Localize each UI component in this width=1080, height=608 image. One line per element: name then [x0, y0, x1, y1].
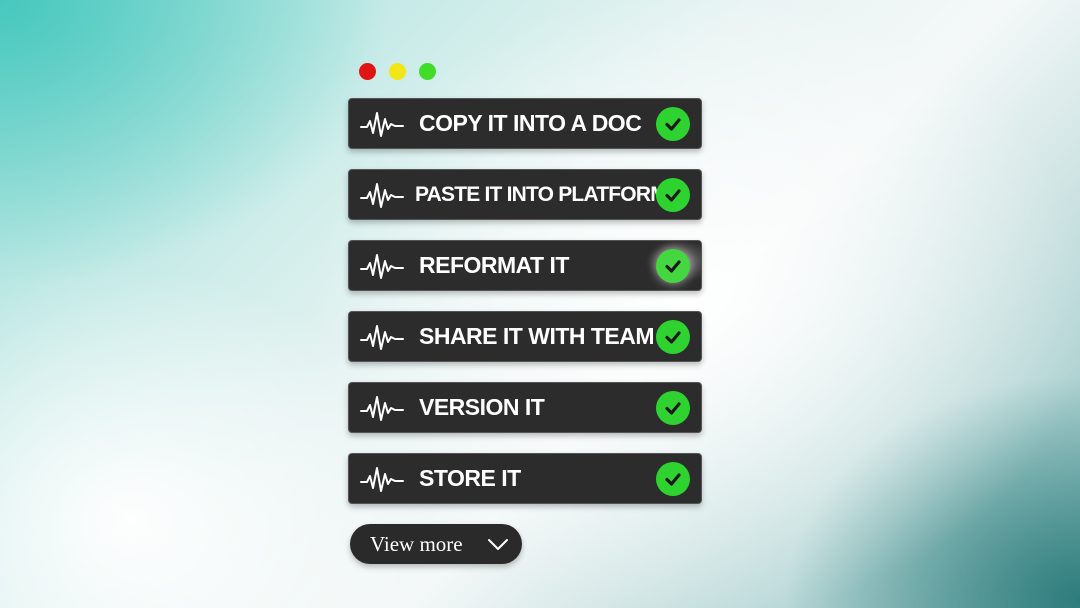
task-label: VERSION IT [419, 394, 545, 420]
waveform-icon [360, 467, 404, 492]
check-icon [656, 178, 690, 212]
waveform-icon [360, 396, 404, 421]
check-icon [656, 462, 690, 496]
waveform-icon [360, 254, 404, 279]
waveform-icon [360, 112, 404, 137]
waveform-icon [360, 325, 404, 350]
chevron-down-icon [488, 539, 508, 550]
task-label: STORE IT [419, 465, 521, 491]
task-row[interactable]: PASTE IT INTO PLATFORM [348, 169, 702, 220]
waveform-icon [360, 183, 404, 208]
check-icon [656, 320, 690, 354]
task-label: PASTE IT INTO PLATFORM [415, 183, 668, 206]
task-label: REFORMAT IT [419, 252, 569, 278]
task-list: COPY IT INTO A DOC PASTE IT INTO PLATFOR… [348, 98, 702, 524]
close-dot[interactable] [359, 63, 376, 80]
check-icon [656, 391, 690, 425]
minimize-dot[interactable] [389, 63, 406, 80]
task-row[interactable]: VERSION IT [348, 382, 702, 433]
maximize-dot[interactable] [419, 63, 436, 80]
task-row[interactable]: REFORMAT IT [348, 240, 702, 291]
view-more-button[interactable]: View more [350, 524, 522, 564]
view-more-label: View more [370, 531, 463, 556]
task-label: COPY IT INTO A DOC [419, 110, 642, 136]
task-row[interactable]: SHARE IT WITH TEAM [348, 311, 702, 362]
task-label: SHARE IT WITH TEAM [419, 323, 655, 349]
check-icon [656, 107, 690, 141]
task-row[interactable]: COPY IT INTO A DOC [348, 98, 702, 149]
window-controls [359, 63, 436, 80]
check-icon [656, 249, 690, 283]
task-row[interactable]: STORE IT [348, 453, 702, 504]
